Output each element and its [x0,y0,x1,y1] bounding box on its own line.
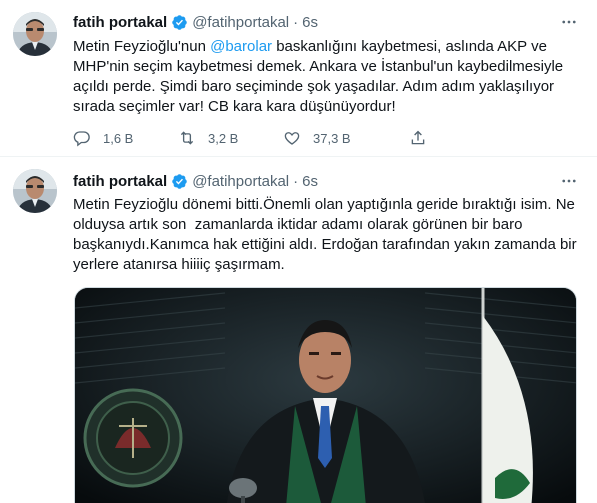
tweet-photo[interactable] [74,287,577,503]
author-name[interactable]: fatih portakal [73,14,167,31]
mention-link[interactable]: @barolar [210,38,272,55]
share-button[interactable] [409,129,427,147]
author-handle[interactable]: @fatihportakal [192,173,289,190]
timestamp[interactable]: 6s [302,14,318,31]
more-icon[interactable] [559,171,579,191]
like-button[interactable]: 37,3 B [283,129,351,147]
avatar[interactable] [13,169,57,213]
retweet-button[interactable]: 3,2 B [178,129,238,147]
tweet-actions: 1,6 B 3,2 B 37,3 B [73,128,503,148]
avatar[interactable] [13,12,57,56]
retweet-count: 3,2 B [208,130,239,146]
reply-button[interactable]: 1,6 B [73,129,133,147]
author-handle[interactable]: @fatihportakal [192,14,289,31]
separator-dot: · [293,13,299,31]
more-icon[interactable] [559,12,579,32]
like-count: 37,3 B [313,130,351,146]
reply-count: 1,6 B [103,130,134,146]
tweet-text: Metin Feyzioğlu dönemi bitti.Önemli olan… [73,196,581,273]
author-name[interactable]: fatih portakal [73,173,167,190]
tweet-header: fatih portakal @fatihportakal · 6s [73,12,318,32]
tweet-text-before: Metin Feyzioğlu'nun [73,38,211,55]
verified-badge-icon [172,14,187,30]
retweet-icon [180,131,194,145]
tweet-header: fatih portakal @fatihportakal · 6s [73,171,318,191]
emblem-logo [83,388,183,488]
verified-badge-icon [172,173,187,189]
timestamp[interactable]: 6s [302,173,318,190]
tweet-text: Metin Feyzioğlu'nun @barolar baskanlığın… [73,37,583,117]
like-icon [284,132,300,145]
tweet[interactable]: fatih portakal @fatihportakal · 6s Metin… [0,157,597,503]
share-icon [411,130,425,145]
photo-image [75,288,576,503]
separator-dot: · [293,172,299,190]
reply-icon [73,131,90,147]
tweet[interactable]: fatih portakal @fatihportakal · 6s Metin… [0,0,597,157]
